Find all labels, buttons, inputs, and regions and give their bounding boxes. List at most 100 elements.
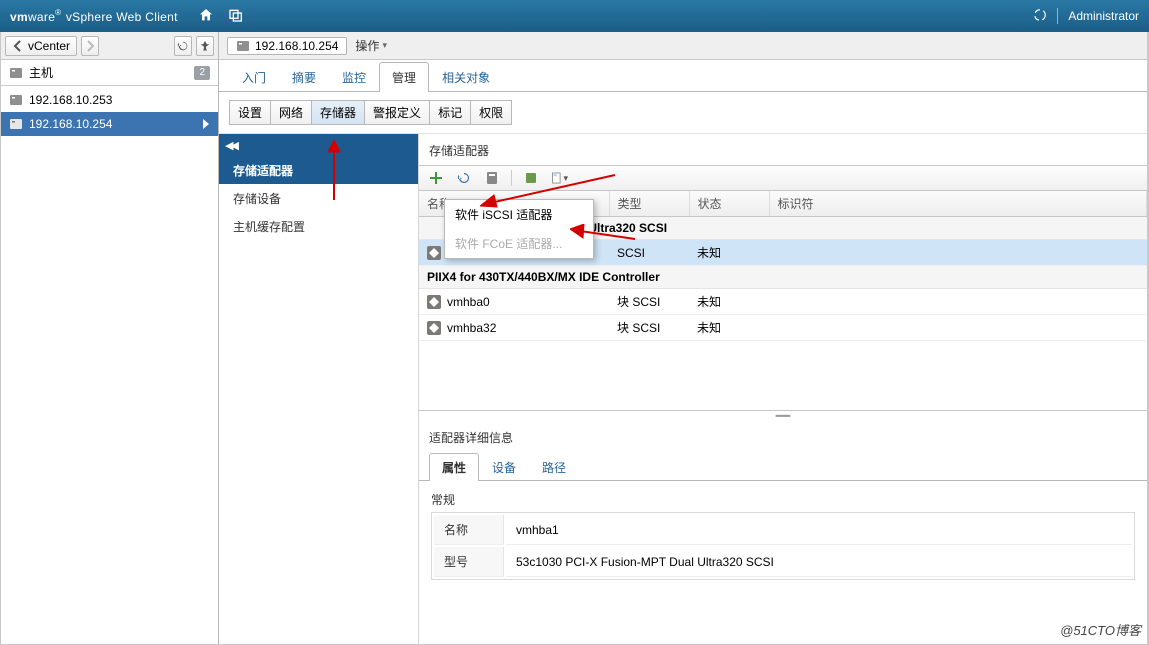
dtab-props[interactable]: 属性: [429, 453, 479, 481]
actions-label: 操作: [355, 37, 379, 54]
storage-body: ◀◀ 存储适配器 存储设备 主机缓存配置 存储适配器 ▾: [219, 133, 1147, 644]
cell-name: vmhba32: [447, 321, 496, 335]
table-row[interactable]: vmhba0 块 SCSI 未知: [419, 289, 1147, 315]
breadcrumb: 192.168.10.254 操作: [219, 32, 1147, 60]
detail-title: 适配器详细信息: [419, 421, 1147, 450]
seg-settings[interactable]: 设置: [229, 100, 271, 125]
menu-fcoe: 软件 FCoE 适配器...: [445, 229, 593, 258]
prop-value: 53c1030 PCI-X Fusion-MPT Dual Ultra320 S…: [506, 547, 1132, 577]
host-icon: [9, 93, 23, 107]
side-item-adapters[interactable]: 存储适配器: [219, 156, 418, 184]
plus-icon: [428, 170, 444, 186]
cell-status: 未知: [689, 315, 769, 341]
detail-props: 常规 名称 vmhba1 型号 53c1030 PCI-X Fusion-MPT…: [419, 481, 1147, 590]
rescan-button[interactable]: [483, 169, 501, 187]
cell-id: [769, 240, 1147, 266]
props-table: 名称 vmhba1 型号 53c1030 PCI-X Fusion-MPT Du…: [431, 512, 1135, 580]
tab-manage[interactable]: 管理: [379, 62, 429, 92]
seg-perm[interactable]: 权限: [471, 100, 512, 125]
adapter-icon: [427, 321, 441, 335]
nav-section[interactable]: 主机 2: [1, 60, 218, 86]
col-id[interactable]: 标识符: [769, 191, 1147, 217]
prop-label: 名称: [434, 515, 504, 545]
brand-prefix: vm: [10, 10, 28, 24]
seg-alarm[interactable]: 警报定义: [365, 100, 430, 125]
detach-icon: [523, 170, 539, 186]
user-label[interactable]: Administrator: [1068, 9, 1139, 23]
loading-icon: [1033, 8, 1047, 25]
seg-tags[interactable]: 标记: [430, 100, 471, 125]
nav-forward-button[interactable]: [81, 36, 99, 56]
side-item-devices[interactable]: 存储设备: [219, 184, 418, 212]
nav-section-label: 主机: [29, 64, 53, 81]
prop-label: 型号: [434, 547, 504, 577]
host-icon: [9, 117, 23, 131]
adapter-icon: [427, 295, 441, 309]
cell-type: 块 SCSI: [609, 289, 689, 315]
tree-host-0-label: 192.168.10.253: [29, 93, 112, 107]
cell-status: 未知: [689, 240, 769, 266]
brand-suffix: vSphere Web Client: [66, 10, 178, 24]
collapse-icon: ◀◀: [225, 139, 236, 152]
sidebar-collapse[interactable]: ◀◀: [219, 134, 418, 156]
content: 192.168.10.254 操作 入门 摘要 监控 管理 相关对象 设置 网络…: [219, 32, 1148, 644]
refresh-icon: [456, 170, 472, 186]
rescan-icon: [484, 170, 500, 186]
dtab-paths[interactable]: 路径: [529, 453, 579, 481]
host-icon: [236, 39, 250, 53]
cell-id: [769, 315, 1147, 341]
cell-name: vmhba0: [447, 295, 490, 309]
add-adapter-menu: 软件 iSCSI 适配器 软件 FCoE 适配器...: [444, 199, 594, 259]
separator: [511, 170, 512, 186]
main-tabs: 入门 摘要 监控 管理 相关对象: [219, 60, 1147, 92]
cell-type: SCSI: [609, 240, 689, 266]
props-row: 型号 53c1030 PCI-X Fusion-MPT Dual Ultra32…: [434, 547, 1132, 577]
brand: vmware® vSphere Web Client: [10, 8, 178, 25]
group-row: PIIX4 for 430TX/440BX/MX IDE Controller: [419, 266, 1147, 289]
table-row[interactable]: vmhba32 块 SCSI 未知: [419, 315, 1147, 341]
chevron-left-icon: [12, 40, 24, 52]
panel-title: 存储适配器: [419, 134, 1147, 165]
nav-pin-button[interactable]: [196, 36, 214, 56]
side-item-hostcache[interactable]: 主机缓存配置: [219, 212, 418, 240]
nav-badge: 2: [194, 66, 210, 80]
add-adapter-button[interactable]: [427, 169, 445, 187]
tab-monitor[interactable]: 监控: [329, 62, 379, 92]
nav-back-label: vCenter: [28, 39, 70, 53]
col-status[interactable]: 状态: [689, 191, 769, 217]
chevron-right-icon: [84, 40, 96, 52]
crumb-host[interactable]: 192.168.10.254: [227, 37, 347, 55]
cell-id: [769, 289, 1147, 315]
resize-handle[interactable]: ━━: [419, 411, 1147, 421]
nav-back-button[interactable]: vCenter: [5, 36, 77, 56]
hosts-icon: [9, 66, 23, 80]
tab-getting-started[interactable]: 入门: [229, 62, 279, 92]
tab-summary[interactable]: 摘要: [279, 62, 329, 92]
storage-sidebar: ◀◀ 存储适配器 存储设备 主机缓存配置: [219, 134, 419, 644]
dtab-devices[interactable]: 设备: [479, 453, 529, 481]
cell-type: 块 SCSI: [609, 315, 689, 341]
windows-icon[interactable]: [228, 7, 244, 26]
col-type[interactable]: 类型: [609, 191, 689, 217]
props-section: 常规: [431, 491, 1135, 508]
detach-button[interactable]: [522, 169, 540, 187]
seg-storage[interactable]: 存储器: [312, 100, 365, 125]
refresh-button[interactable]: [455, 169, 473, 187]
nav-header: vCenter: [1, 32, 218, 60]
seg-network[interactable]: 网络: [271, 100, 312, 125]
cell-status: 未知: [689, 289, 769, 315]
tab-related[interactable]: 相关对象: [429, 62, 503, 92]
tree-host-1-label: 192.168.10.254: [29, 117, 112, 131]
actions-menu[interactable]: 操作: [355, 37, 387, 54]
tree-host-1[interactable]: 192.168.10.254: [1, 112, 218, 136]
menu-iscsi[interactable]: 软件 iSCSI 适配器: [445, 200, 593, 229]
navigator: vCenter 主机 2 192.168.10.253: [1, 32, 219, 644]
home-icon[interactable]: [198, 7, 214, 26]
more-button[interactable]: ▾: [550, 169, 568, 187]
sub-tabs: 设置 网络 存储器 警报定义 标记 权限: [219, 92, 1147, 133]
group-label: PIIX4 for 430TX/440BX/MX IDE Controller: [419, 266, 1147, 289]
brand-mid: ware: [28, 10, 55, 24]
pin-icon: [199, 40, 211, 52]
nav-history-button[interactable]: [174, 36, 192, 56]
tree-host-0[interactable]: 192.168.10.253: [1, 88, 218, 112]
